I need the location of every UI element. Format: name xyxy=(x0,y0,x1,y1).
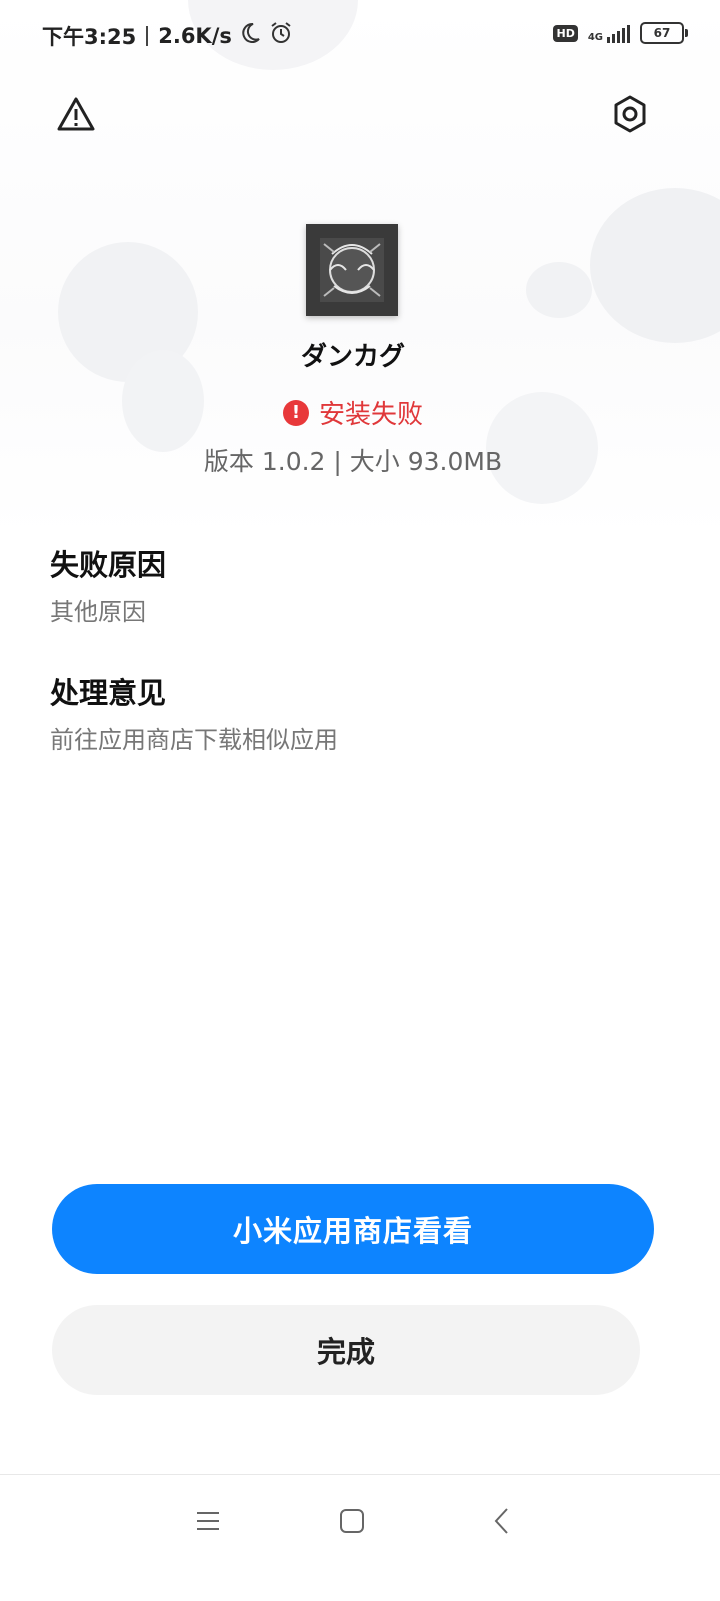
network-speed: 2.6K/s xyxy=(158,23,232,48)
suggestion-section: 处理意见 前往应用商店下载相似应用 xyxy=(50,670,338,755)
status-bar: 下午3:25 2.6K/s HD 4G 67 xyxy=(0,0,720,70)
suggestion-title: 处理意见 xyxy=(50,676,167,710)
app-name: ダンカグ xyxy=(300,342,405,372)
menu-icon xyxy=(195,1509,221,1537)
status-separator xyxy=(146,25,149,46)
done-button[interactable]: 完成 xyxy=(52,1305,640,1395)
network-type: 4G xyxy=(587,32,603,43)
navigation-bar xyxy=(0,1474,720,1601)
failure-reason: 其他原因 xyxy=(50,598,146,626)
hd-badge: HD xyxy=(553,24,578,42)
menu-button[interactable] xyxy=(184,1503,232,1543)
app-store-button[interactable]: 小米应用商店看看 xyxy=(52,1184,654,1274)
install-status: ! 安装失败 xyxy=(0,394,706,431)
install-status-text: 安装失败 xyxy=(318,400,423,430)
back-icon xyxy=(492,1507,512,1539)
moon-icon xyxy=(238,21,262,50)
warning-icon xyxy=(56,96,96,136)
battery-level: 67 xyxy=(653,26,671,40)
alarm-icon xyxy=(268,20,294,51)
app-icon xyxy=(306,224,398,316)
signal-icon: 4G xyxy=(588,23,630,43)
home-icon xyxy=(339,1508,365,1538)
battery-icon: 67 xyxy=(640,22,688,44)
back-button[interactable] xyxy=(478,1503,526,1543)
decorative-bubble xyxy=(590,188,720,343)
settings-button[interactable] xyxy=(606,92,654,140)
suggestion-text: 前往应用商店下载相似应用 xyxy=(50,726,338,754)
failure-title: 失败原因 xyxy=(50,548,167,582)
settings-icon xyxy=(610,94,650,138)
warning-button[interactable] xyxy=(52,92,100,140)
decorative-bubble xyxy=(526,262,592,318)
app-meta: 版本 1.0.2 | 大小 93.0MB xyxy=(203,447,503,476)
home-button[interactable] xyxy=(328,1503,376,1543)
failure-section: 失败原因 其他原因 xyxy=(50,542,166,627)
status-time: 下午3:25 xyxy=(42,24,137,49)
error-icon: ! xyxy=(282,399,309,426)
